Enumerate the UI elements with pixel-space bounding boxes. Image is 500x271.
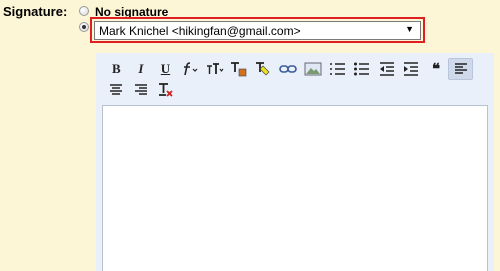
- align-center-button[interactable]: [104, 79, 129, 101]
- highlight-color-icon: [255, 62, 270, 76]
- indent-more-button[interactable]: [399, 58, 424, 80]
- insert-image-button[interactable]: [301, 58, 326, 80]
- highlight-color-button[interactable]: [252, 58, 277, 80]
- italic-button[interactable]: I: [129, 58, 154, 80]
- signature-label: Signature:: [3, 4, 68, 19]
- align-right-button[interactable]: [129, 79, 154, 101]
- identity-select-value: Mark Knichel <hikingfan@gmail.com>: [99, 24, 301, 38]
- align-center-icon: [110, 84, 123, 95]
- indent-less-icon: [379, 62, 394, 76]
- font-icon: [184, 62, 198, 76]
- underline-icon: U: [160, 61, 171, 76]
- text-color-icon: [231, 62, 247, 77]
- indent-more-icon: [404, 62, 419, 76]
- identity-select[interactable]: Mark Knichel <hikingfan@gmail.com> ▼: [94, 21, 421, 40]
- numbered-list-icon: [329, 63, 345, 75]
- indent-less-button[interactable]: [375, 58, 400, 80]
- font-button[interactable]: [178, 58, 203, 80]
- align-left-button[interactable]: [448, 58, 473, 80]
- blockquote-button[interactable]: ❝: [424, 58, 449, 80]
- image-icon: [304, 62, 322, 76]
- signature-text-area[interactable]: [102, 105, 488, 271]
- bulleted-list-button[interactable]: [350, 58, 375, 80]
- no-signature-radio[interactable]: [79, 6, 89, 16]
- bulleted-list-icon: [354, 62, 370, 76]
- italic-icon: I: [138, 61, 144, 76]
- link-icon: [279, 65, 298, 73]
- format-toolbar-row-2: [104, 79, 178, 101]
- align-right-icon: [134, 84, 147, 95]
- link-button[interactable]: [276, 58, 301, 80]
- signature-editor: B I U ❝: [96, 53, 494, 271]
- font-size-button[interactable]: [202, 58, 227, 80]
- bold-button[interactable]: B: [104, 58, 129, 80]
- remove-formatting-icon: [159, 83, 174, 97]
- format-toolbar: B I U ❝: [104, 58, 473, 80]
- align-left-icon: [454, 63, 467, 74]
- text-color-button[interactable]: [227, 58, 252, 80]
- bold-icon: B: [111, 61, 121, 76]
- numbered-list-button[interactable]: [325, 58, 350, 80]
- remove-formatting-button[interactable]: [153, 79, 178, 101]
- font-size-icon: [206, 63, 224, 74]
- quote-icon: ❝: [431, 60, 441, 78]
- chevron-down-icon: ▼: [405, 24, 414, 34]
- signature-radio[interactable]: [79, 22, 89, 32]
- underline-button[interactable]: U: [153, 58, 178, 80]
